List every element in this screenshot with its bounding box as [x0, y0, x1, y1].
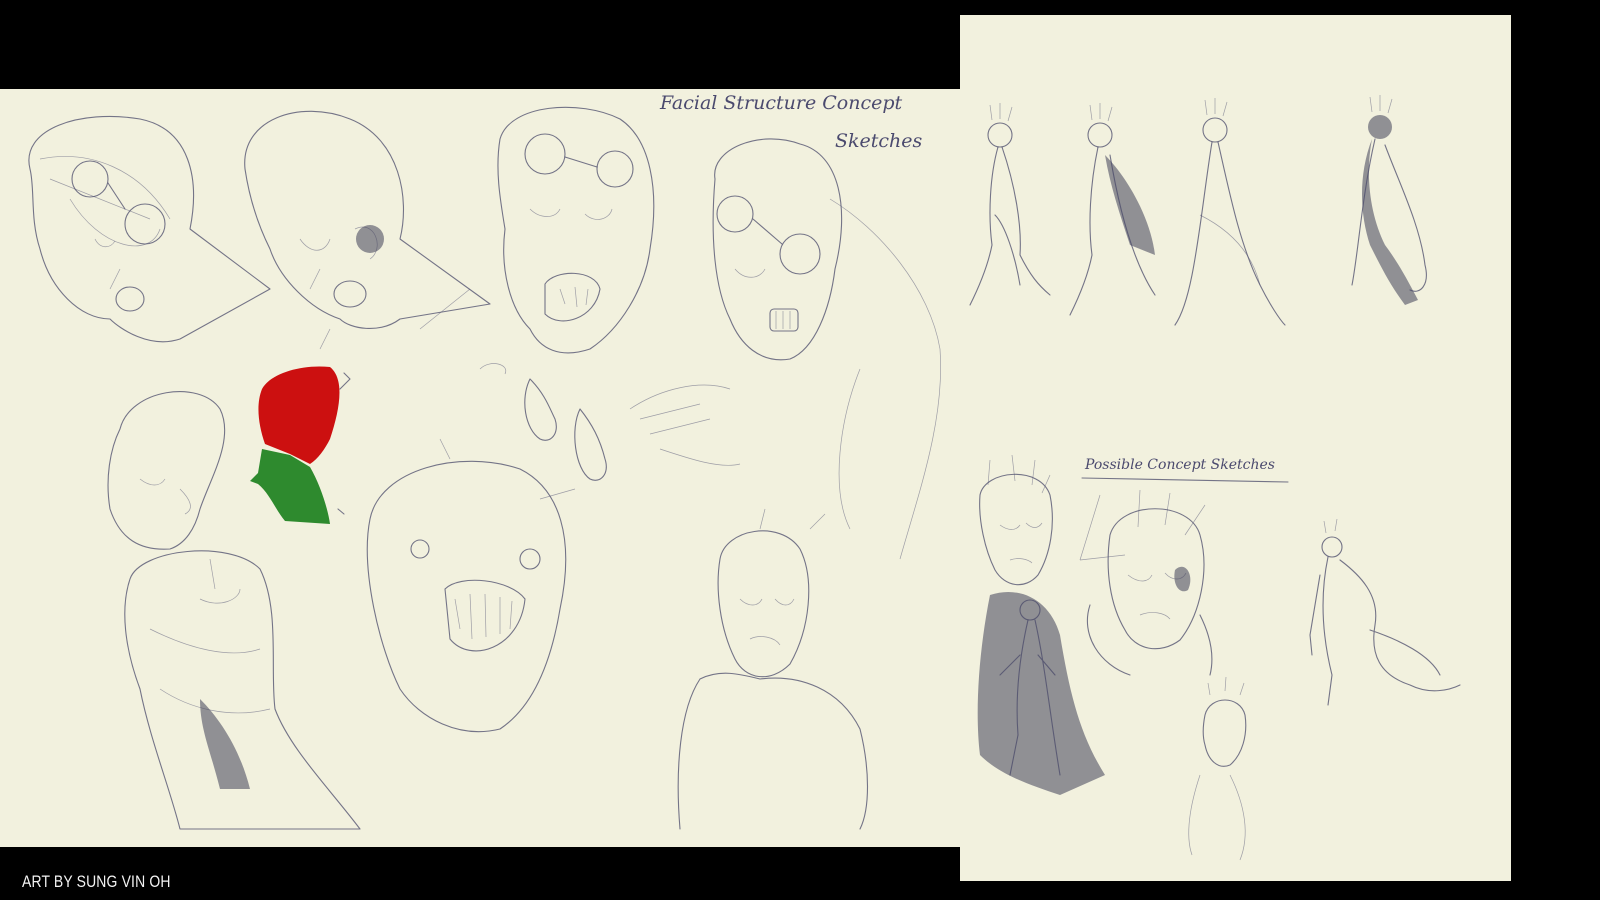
- right-sketch-sheet: Possible Concept Sketches: [960, 15, 1511, 881]
- left-sheet-title-line-1: Facial Structure Concept: [659, 92, 902, 114]
- sketch-figure-walk-1: [969, 103, 1051, 306]
- sketch-head-bald-2: [244, 110, 491, 350]
- section-title-underline: [1081, 477, 1289, 483]
- color-test-patches: [250, 366, 351, 524]
- sketch-concept-head-2: [1079, 489, 1213, 676]
- sketch-concept-figure-kneeling: [1309, 518, 1461, 706]
- sketch-concept-head-1: [979, 454, 1053, 586]
- left-sheet-title-line-2: Sketches: [835, 130, 923, 152]
- left-sketches-canvas: Facial Structure Concept Sketches: [28, 92, 941, 830]
- sketch-concept-head-3-small: [1188, 676, 1247, 861]
- sketch-head-goggles-3: [497, 106, 655, 354]
- right-sheet-section-title: Possible Concept Sketches: [1084, 457, 1275, 473]
- artist-credit: ART BY SUNG VIN OH: [22, 872, 171, 891]
- sketch-head-goggles-4: [712, 138, 941, 560]
- sketch-head-torso-8: [677, 508, 868, 830]
- sketch-head-goggles-1: [28, 115, 271, 343]
- sketch-hands-and-noses: [479, 363, 741, 481]
- sketch-head-monster-7: [366, 438, 576, 733]
- sketch-figure-walk-2: [1069, 103, 1156, 316]
- right-sketches-canvas: Possible Concept Sketches: [969, 95, 1461, 861]
- sketch-figure-walk-3: [1174, 98, 1286, 326]
- sketch-concept-figure-shaded: [977, 591, 1105, 795]
- sketch-head-profile-5: [107, 391, 226, 550]
- sketch-figure-walk-4-shaded: [1351, 95, 1427, 305]
- left-sketch-sheet: Facial Structure Concept Sketches: [0, 89, 960, 847]
- sketch-head-large-6: [124, 550, 361, 830]
